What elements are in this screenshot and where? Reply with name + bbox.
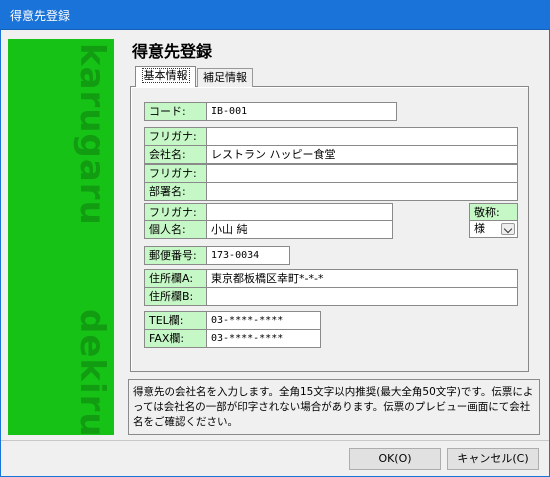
dept-kana-label: フリガナ: — [144, 164, 207, 183]
side-banner: karugaru dekiru — [8, 39, 114, 435]
code-label: コード: — [144, 102, 207, 121]
postal-field[interactable]: 173-0034 — [206, 246, 290, 265]
help-box: 得意先の会社名を入力します。全角15文字以内推奨(最大全角50文字)です。伝票に… — [128, 379, 540, 435]
company-name-field[interactable]: レストラン ハッピー食堂 — [206, 145, 518, 164]
dept-name-field[interactable] — [206, 182, 518, 201]
dept-kana-field[interactable] — [206, 164, 518, 183]
chevron-down-icon[interactable] — [501, 223, 515, 235]
code-field[interactable]: IB-001 — [206, 102, 397, 121]
tel-field[interactable]: 03-****-**** — [206, 311, 321, 330]
person-name-field[interactable]: 小山 純 — [206, 220, 393, 239]
postal-label: 郵便番号: — [144, 246, 207, 265]
address-b-label: 住所欄B: — [144, 287, 207, 306]
honorific-value: 様 — [474, 222, 485, 235]
person-name-label: 個人名: — [144, 220, 207, 239]
banner-watermark-bottom: dekiru — [72, 309, 112, 435]
footer-divider — [1, 440, 549, 441]
company-kana-label: フリガナ: — [144, 127, 207, 146]
tab-basic-info-label: 基本情報 — [141, 68, 190, 83]
help-text: 得意先の会社名を入力します。全角15文字以内推奨(最大全角50文字)です。伝票に… — [133, 386, 534, 428]
page-title: 得意先登録 — [132, 42, 213, 61]
dept-name-label: 部署名: — [144, 182, 207, 201]
address-b-field[interactable] — [206, 287, 518, 306]
tab-extra-info-label: 補足情報 — [203, 71, 247, 84]
company-name-label: 会社名: — [144, 145, 207, 164]
fax-label: FAX欄: — [144, 329, 207, 348]
tab-extra-info[interactable]: 補足情報 — [197, 68, 253, 87]
title-bar[interactable]: 得意先登録 — [0, 0, 550, 30]
cancel-button[interactable]: キャンセル(C) — [447, 448, 539, 470]
window-title: 得意先登録 — [10, 9, 71, 23]
tab-basic-info[interactable]: 基本情報 — [135, 66, 196, 87]
fax-field[interactable]: 03-****-**** — [206, 329, 321, 348]
address-a-field[interactable]: 東京都板橋区幸町*-*-* — [206, 269, 518, 288]
company-kana-field[interactable] — [206, 127, 518, 146]
address-a-label: 住所欄A: — [144, 269, 207, 288]
ok-button[interactable]: OK(O) — [349, 448, 441, 470]
tel-label: TEL欄: — [144, 311, 207, 330]
honorific-select[interactable]: 様 — [469, 220, 518, 238]
banner-watermark-top: karugaru — [72, 43, 112, 226]
